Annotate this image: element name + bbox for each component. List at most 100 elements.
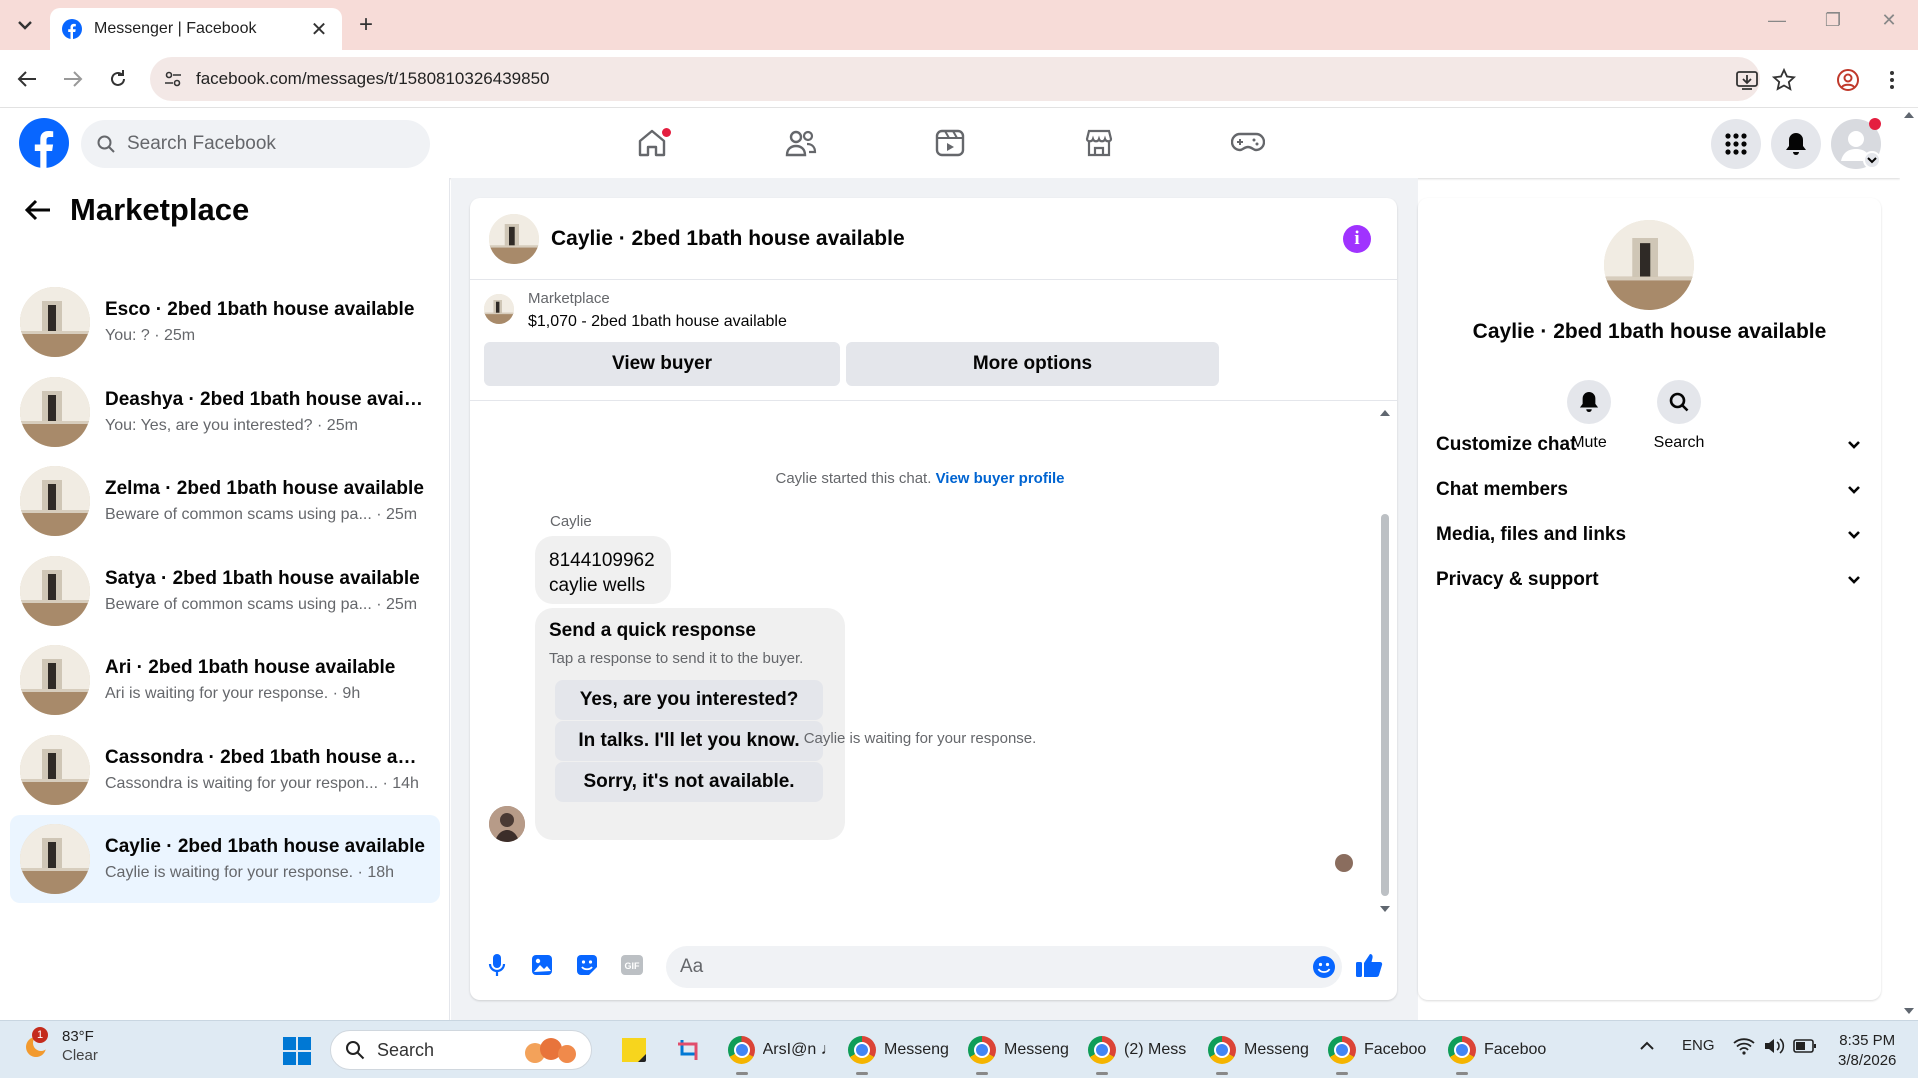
details-section-toggle[interactable]: Privacy & support <box>1436 558 1861 602</box>
kebab-menu-icon[interactable] <box>1880 68 1904 92</box>
conversation-item[interactable]: Zelma · 2bed 1bath house available Beware… <box>10 457 440 545</box>
account-chevron-icon[interactable] <box>1863 151 1881 169</box>
tab-search-dropdown[interactable] <box>10 13 40 37</box>
marketplace-label: Marketplace <box>528 290 610 307</box>
details-section-label: Customize chat <box>1436 434 1577 455</box>
taskbar-app-chrome[interactable]: Messeng <box>848 1031 953 1075</box>
sender-avatar[interactable] <box>489 806 525 842</box>
taskbar-sticky-notes[interactable] <box>620 1031 648 1069</box>
wifi-icon[interactable] <box>1733 1037 1755 1055</box>
attach-photo-button[interactable] <box>527 950 557 980</box>
conversation-preview: Beware of common scams using pa... · 25m <box>105 506 418 523</box>
divider <box>470 400 1397 401</box>
voice-clip-button[interactable] <box>482 950 512 980</box>
gif-button[interactable]: GIF <box>617 950 647 980</box>
details-section-toggle[interactable]: Customize chat <box>1436 423 1861 467</box>
clock-time: 8:35 PM <box>1839 1032 1896 1049</box>
windows-start-icon[interactable] <box>282 1036 312 1066</box>
nav-video[interactable] <box>930 125 970 161</box>
conversation-item[interactable]: Caylie · 2bed 1bath house available Cayli… <box>10 815 440 903</box>
volume-icon[interactable] <box>1763 1037 1785 1055</box>
conversation-name: Zelma · 2bed 1bath house available <box>105 478 424 499</box>
menu-button[interactable] <box>1711 119 1761 169</box>
chat-scrollbar[interactable] <box>1377 406 1393 916</box>
details-section-toggle[interactable]: Media, files and links <box>1436 513 1861 557</box>
restore-button[interactable]: ❐ <box>1818 10 1848 31</box>
site-info-icon[interactable] <box>164 70 182 88</box>
chat-header: Caylie · 2bed 1bath house available i <box>470 198 1397 280</box>
windows-taskbar: 1 83°F Clear Search ArsI@n ♩ Messeng Messe… <box>0 1020 1918 1078</box>
seen-receipt-avatar <box>1335 854 1353 872</box>
running-indicator <box>736 1072 748 1075</box>
chat-title[interactable]: Caylie · 2bed 1bath house available <box>551 227 905 251</box>
taskbar-search[interactable]: Search <box>330 1030 592 1070</box>
weather-condition: Clear <box>62 1047 98 1064</box>
taskbar-app-chrome[interactable]: Messeng <box>1208 1031 1313 1075</box>
quick-reply-button[interactable]: Sorry, it's not available. <box>555 762 823 802</box>
bookmark-star-icon[interactable] <box>1772 68 1796 92</box>
conversation-item[interactable]: Satya · 2bed 1bath house available Beware… <box>10 547 440 635</box>
taskbar-app-chrome[interactable]: ArsI@n ♩ <box>728 1031 833 1075</box>
view-buyer-button[interactable]: View buyer <box>484 342 840 386</box>
forward-button[interactable] <box>60 66 86 92</box>
message-bubble[interactable]: 8144109962 caylie wells <box>535 536 671 604</box>
taskbar-snipping-tool[interactable] <box>676 1031 704 1069</box>
info-icon[interactable]: i <box>1343 225 1371 253</box>
system-clock[interactable]: 8:35 PM 3/8/2026 <box>1838 1031 1896 1071</box>
nav-home[interactable] <box>632 125 672 161</box>
conversation-item[interactable]: Esco · 2bed 1bath house available You: ? … <box>10 278 440 366</box>
new-tab-button[interactable]: + <box>352 11 380 39</box>
message-input[interactable]: Aa <box>666 946 1342 988</box>
nav-marketplace[interactable] <box>1079 125 1119 161</box>
battery-icon[interactable] <box>1793 1037 1817 1055</box>
account-button[interactable] <box>1831 118 1881 169</box>
search-icon <box>97 135 115 153</box>
send-like-button[interactable] <box>1354 950 1384 980</box>
emoji-icon[interactable] <box>1312 955 1336 979</box>
minimize-button[interactable]: — <box>1762 10 1792 31</box>
listing-title[interactable]: $1,070 - 2bed 1bath house available <box>528 313 787 331</box>
chat-avatar[interactable] <box>489 214 539 264</box>
taskbar-app-chrome[interactable]: (2) Mess <box>1088 1031 1193 1075</box>
sticker-button[interactable] <box>572 950 602 980</box>
details-section-toggle[interactable]: Chat members <box>1436 468 1861 512</box>
running-indicator <box>1456 1072 1468 1075</box>
url-text[interactable]: facebook.com/messages/t/1580810326439850 <box>196 69 549 89</box>
marketplace-inbox: Marketplace Esco · 2bed 1bath house avai… <box>0 178 450 1020</box>
tab-close-icon[interactable]: ✕ <box>308 17 330 42</box>
conversation-item[interactable]: Ari · 2bed 1bath house available Ari is w… <box>10 636 440 724</box>
address-bar[interactable]: facebook.com/messages/t/1580810326439850 <box>150 57 1760 101</box>
back-arrow-icon[interactable] <box>24 198 52 222</box>
language-indicator[interactable]: ENG <box>1682 1037 1715 1054</box>
notifications-button[interactable] <box>1771 119 1821 169</box>
taskbar-app-chrome[interactable]: Messeng <box>968 1031 1073 1075</box>
chrome-icon <box>848 1036 876 1064</box>
more-options-button[interactable]: More options <box>846 342 1219 386</box>
page-scrollbar[interactable] <box>1900 108 1918 1020</box>
weather-widget[interactable]: 1 83°F Clear <box>22 1027 98 1065</box>
facebook-logo-icon[interactable] <box>19 118 69 168</box>
conversation-item[interactable]: Deashya · 2bed 1bath house availa... You:… <box>10 368 440 456</box>
conversation-item[interactable]: Cassondra · 2bed 1bath house avai... Cass… <box>10 726 440 814</box>
taskbar-app-chrome[interactable]: Faceboo <box>1448 1031 1553 1075</box>
view-buyer-profile-link[interactable]: View buyer profile <box>936 470 1065 487</box>
quick-reply-button[interactable]: Yes, are you interested? <box>555 680 823 720</box>
profile-icon[interactable] <box>1836 68 1860 92</box>
show-hidden-icons-chevron-icon[interactable] <box>1638 1037 1656 1055</box>
browser-tab-messenger[interactable]: Messenger | Facebook ✕ <box>50 8 342 50</box>
reload-button[interactable] <box>105 66 131 92</box>
chrome-icon <box>1328 1036 1356 1064</box>
back-button[interactable] <box>14 66 40 92</box>
quick-response-card: Send a quick response Tap a response to … <box>535 608 845 840</box>
taskbar-app-label: Faceboo <box>1364 1041 1427 1058</box>
reload-icon <box>111 70 125 86</box>
nav-friends[interactable] <box>781 125 821 161</box>
nav-gaming[interactable] <box>1228 125 1268 161</box>
bell-icon <box>1786 133 1806 155</box>
install-app-icon[interactable] <box>1735 68 1759 92</box>
details-avatar[interactable] <box>1604 220 1694 310</box>
taskbar-app-chrome[interactable]: Faceboo <box>1328 1031 1433 1075</box>
close-window-button[interactable]: ✕ <box>1874 10 1904 31</box>
facebook-search-input[interactable]: Search Facebook <box>81 120 430 168</box>
message-line: caylie wells <box>549 575 646 596</box>
